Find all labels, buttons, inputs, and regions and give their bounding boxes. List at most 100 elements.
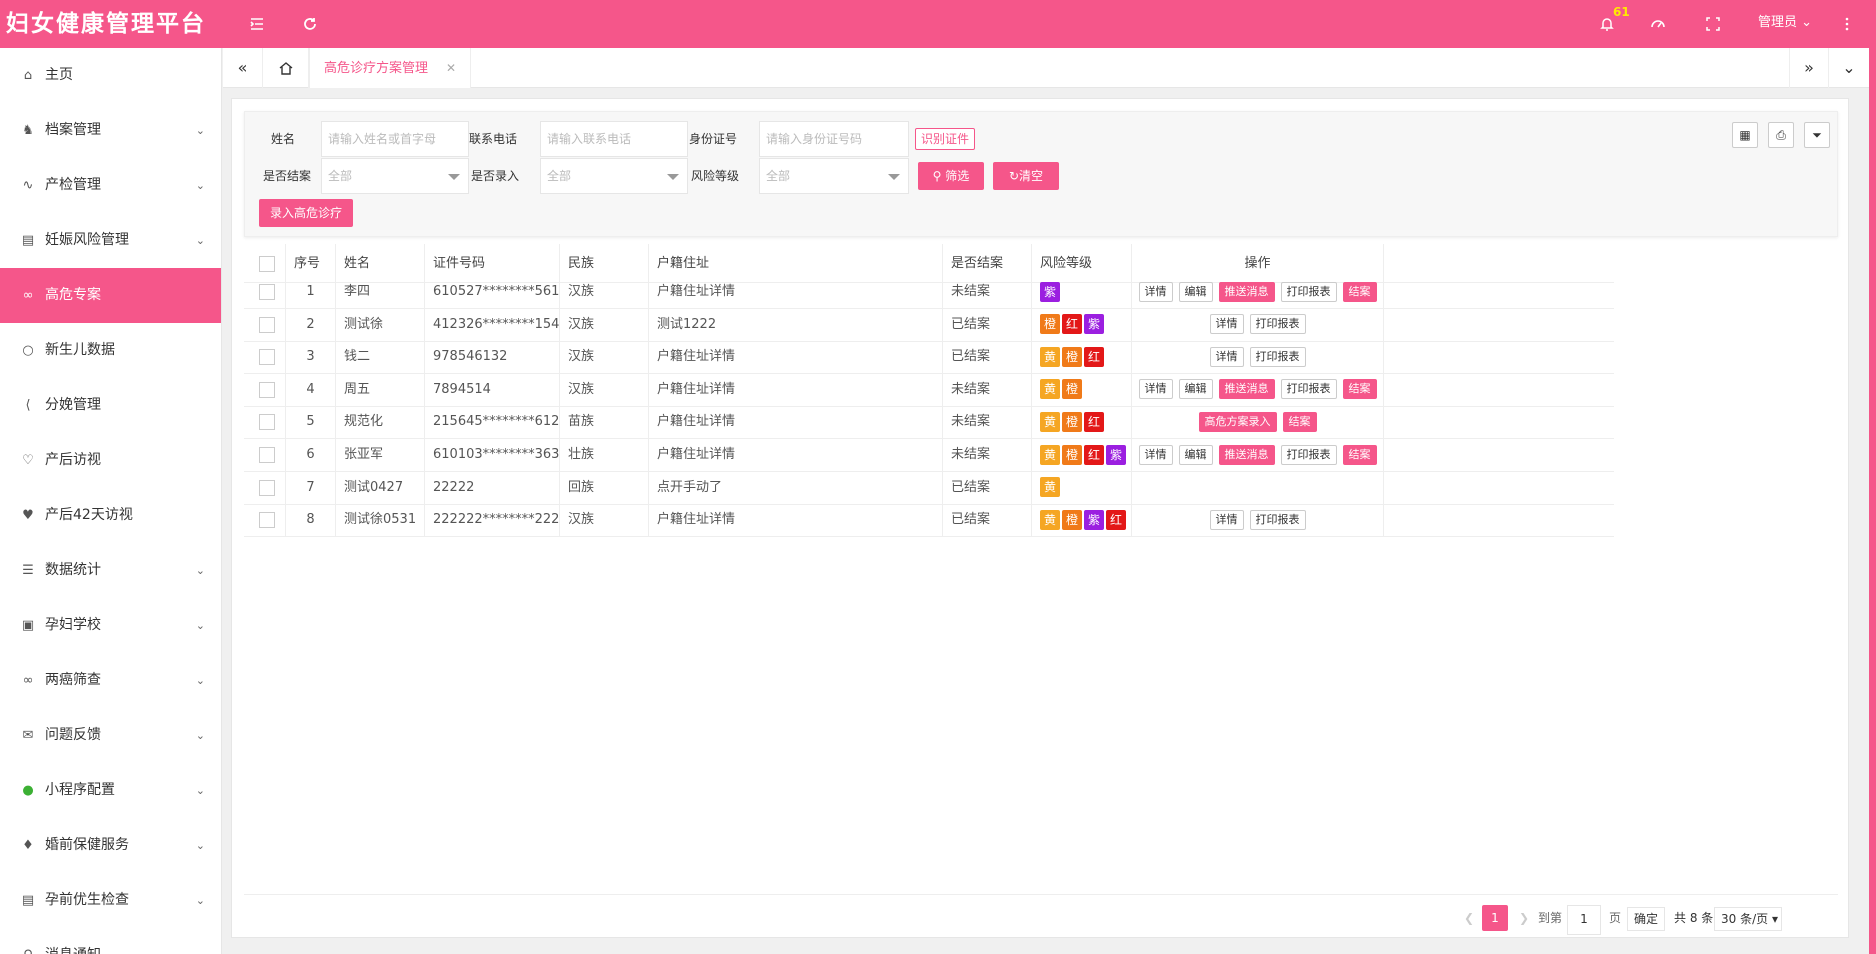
row-action-button[interactable]: 详情 [1209, 346, 1244, 367]
add-treatment-button[interactable]: 录入高危诊疗 [259, 199, 353, 227]
row-action-button[interactable]: 编辑 [1178, 281, 1213, 302]
double-right-icon[interactable]: » [1789, 48, 1829, 88]
refresh-icon[interactable] [298, 12, 322, 36]
bell-icon: ⚲ [20, 928, 36, 954]
page-size-value: 30 条/页 [1721, 912, 1769, 926]
page-1-button[interactable]: 1 [1482, 905, 1508, 931]
row-action-button[interactable]: 打印报表 [1249, 314, 1306, 335]
clear-button[interactable]: ↻清空 [993, 162, 1059, 190]
row-action-button[interactable]: 结案 [1342, 281, 1377, 302]
sidebar-item[interactable]: ♞ 档案管理 ⌄ [0, 103, 221, 158]
sidebar-item[interactable]: ▣ 孕妇学校 ⌄ [0, 598, 221, 653]
cell-addr: 户籍住址详情 [649, 439, 943, 472]
chevron-down-icon: ⌄ [195, 124, 205, 137]
row-action-button[interactable]: 打印报表 [1249, 509, 1306, 530]
row-action-button[interactable]: 打印报表 [1280, 444, 1337, 465]
sidebar-item[interactable]: ∞ 两癌筛查 ⌄ [0, 653, 221, 708]
row-action-button[interactable]: 结案 [1282, 411, 1317, 432]
select-all-checkbox[interactable] [259, 256, 275, 272]
row-action-button[interactable]: 详情 [1209, 314, 1244, 335]
row-select-cell [244, 341, 286, 375]
sidebar-item[interactable]: ▤ 妊娠风险管理 ⌄ [0, 213, 221, 268]
scrollbar[interactable] [1869, 48, 1876, 954]
row-action-button[interactable]: 详情 [1209, 509, 1244, 530]
table-row: 4 周五 7894514 汉族 户籍住址详情 未结案黄橙详情 编辑 推送消息 打印报表 结案 [244, 373, 1614, 407]
search-button[interactable]: ⚲ 筛选 [918, 162, 984, 190]
row-action-button[interactable]: 打印报表 [1280, 281, 1337, 302]
row-checkbox[interactable] [259, 381, 275, 398]
fullscreen-icon[interactable] [1701, 12, 1725, 36]
sidebar-item[interactable]: ✉ 问题反馈 ⌄ [0, 708, 221, 763]
double-left-icon[interactable]: « [223, 48, 263, 88]
row-checkbox[interactable] [259, 479, 275, 496]
page-size-select[interactable]: 30 条/页 ▾ [1714, 907, 1782, 931]
tab-active[interactable]: 高危诊疗方案管理 ✕ [309, 48, 472, 88]
layers-icon: ☰ [22, 563, 34, 578]
sidebar-item[interactable]: ● 小程序配置 ⌄ [0, 763, 221, 818]
user-menu[interactable]: 管理员 ⌄ [1758, 0, 1812, 48]
sidebar-item[interactable]: ○ 新生儿数据 [0, 323, 221, 378]
row-checkbox[interactable] [259, 349, 275, 366]
cell-name: 测试徐 [336, 308, 425, 342]
row-action-button[interactable]: 推送消息 [1218, 379, 1275, 400]
chevron-down-icon[interactable]: ⌄ [1829, 48, 1869, 88]
scan-id-button[interactable]: 识别证件 [915, 128, 975, 150]
row-action-button[interactable]: 结案 [1342, 379, 1377, 400]
chevron-down-icon: ⌄ [1801, 15, 1813, 30]
closed-select[interactable]: 全部 [321, 158, 469, 194]
row-action-button[interactable]: 编辑 [1178, 444, 1213, 465]
row-checkbox[interactable] [259, 316, 275, 333]
confirm-button[interactable]: 确定 [1627, 907, 1665, 931]
columns-icon[interactable]: ▦ [1732, 122, 1758, 148]
phone-input[interactable]: 请输入联系电话 [540, 121, 688, 157]
row-action-button[interactable]: 详情 [1138, 444, 1173, 465]
sidebar-item[interactable]: ♦ 婚前保健服务 ⌄ [0, 818, 221, 873]
row-action-button[interactable]: 推送消息 [1218, 281, 1275, 302]
sidebar-item[interactable]: ∿ 产检管理 ⌄ [0, 158, 221, 213]
sidebar-item[interactable]: ▤ 孕前优生检查 ⌄ [0, 873, 221, 928]
home-tab-icon[interactable] [263, 48, 309, 88]
name-input[interactable]: 请输入姓名或首字母 [321, 121, 469, 157]
theme-icon[interactable] [1646, 12, 1670, 36]
sidebar-item[interactable]: ⌂ 主页 [0, 48, 221, 103]
print-icon[interactable]: ⎙ [1768, 122, 1794, 148]
row-action-button[interactable]: 详情 [1138, 281, 1173, 302]
id-input[interactable]: 请输入身份证号码 [759, 121, 909, 157]
close-icon[interactable]: ✕ [446, 61, 456, 75]
row-action-button[interactable]: 高危方案录入 [1198, 411, 1277, 432]
export-icon[interactable]: ⏷ [1804, 122, 1830, 148]
sidebar-item[interactable]: ♥ 产后42天访视 [0, 488, 221, 543]
sidebar-item[interactable]: ☰ 数据统计 ⌄ [0, 543, 221, 598]
more-icon[interactable] [1835, 12, 1859, 36]
row-checkbox[interactable] [259, 284, 275, 300]
risk-value: 全部 [766, 169, 791, 183]
sidebar-item[interactable]: ♡ 产后访视 [0, 433, 221, 488]
row-action-button[interactable]: 打印报表 [1249, 346, 1306, 367]
table-row: 5 规范化 215645********6123 苗族 户籍住址详情 未结案黄橙红高危方案… [244, 406, 1614, 440]
risk-tags: 黄橙红 [1032, 406, 1132, 440]
wechat-icon: ● [22, 783, 34, 798]
next-page-icon[interactable]: ❯ [1519, 905, 1529, 931]
row-action-button[interactable]: 详情 [1138, 379, 1173, 400]
row-action-button[interactable]: 编辑 [1178, 379, 1213, 400]
row-checkbox[interactable] [259, 512, 275, 529]
sidebar-item-label: 高危专案 [45, 287, 101, 303]
prev-page-icon[interactable]: ❮ [1464, 905, 1474, 931]
row-action-button[interactable]: 打印报表 [1280, 379, 1337, 400]
risk-select[interactable]: 全部 [759, 158, 909, 194]
sidebar-item[interactable]: ⚲ 消息通知 [0, 928, 221, 954]
row-checkbox[interactable] [259, 447, 275, 463]
cell-no: 2 [286, 308, 336, 342]
page-input[interactable]: 1 [1567, 905, 1601, 935]
table-icon: ▤ [21, 233, 35, 248]
risk-tags: 黄橙 [1032, 373, 1132, 407]
row-checkbox[interactable] [259, 414, 275, 431]
row-action-button[interactable]: 结案 [1342, 444, 1377, 465]
cell-nation: 汉族 [560, 308, 649, 342]
entered-select[interactable]: 全部 [540, 158, 688, 194]
risk-tags: 黄橙红紫 [1032, 439, 1132, 472]
sidebar-item[interactable]: ⟨ 分娩管理 [0, 378, 221, 433]
menu-fold-icon[interactable] [245, 12, 269, 36]
row-action-button[interactable]: 推送消息 [1218, 444, 1275, 465]
sidebar-item[interactable]: ∞ 高危专案 [0, 268, 221, 323]
